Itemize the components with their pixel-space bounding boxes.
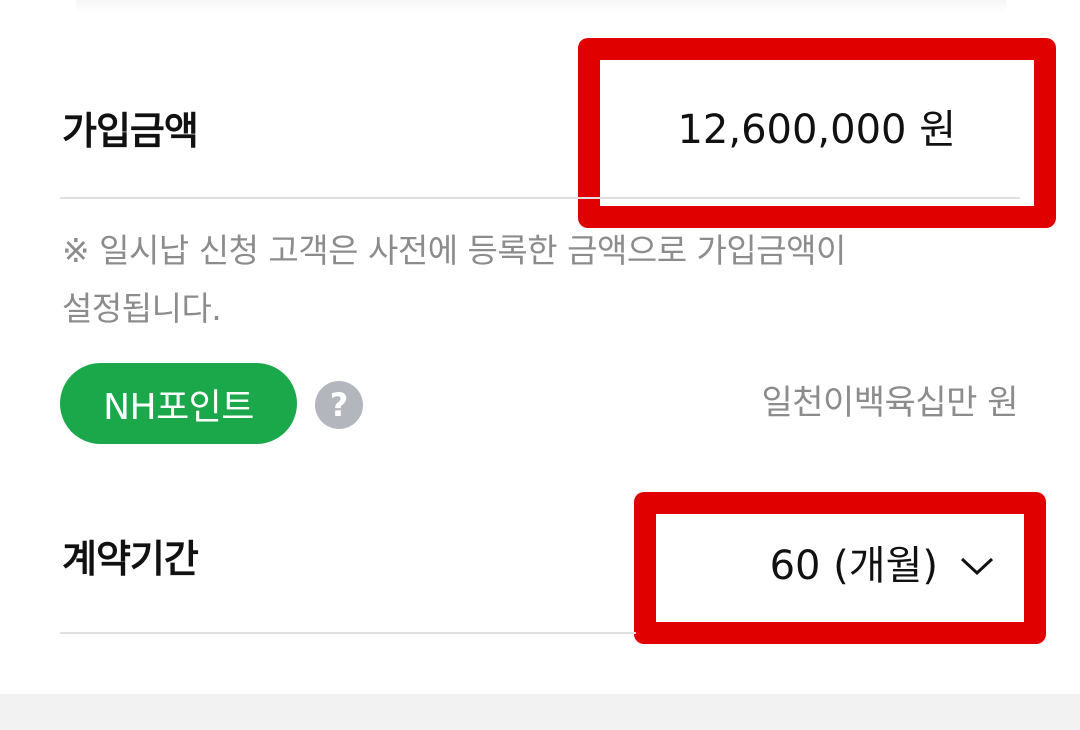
period-value: 60 (개월): [769, 543, 938, 589]
amount-value[interactable]: 12,600,000 원: [677, 110, 956, 150]
period-select[interactable]: 60 (개월): [770, 546, 994, 586]
amount-label: 가입금액: [62, 109, 199, 153]
amount-divider: [60, 197, 1020, 199]
lump-sum-notice: ※ 일시납 신청 고객은 사전에 등록한 금액으로 가입금액이 설정됩니다.: [62, 231, 846, 328]
chevron-down-icon: [960, 557, 994, 576]
help-icon[interactable]: ?: [315, 381, 363, 429]
nh-point-button[interactable]: NH포인트: [60, 363, 297, 444]
amount-in-korean: 일천이백육십만 원: [761, 383, 1018, 423]
previous-section-edge: [76, 0, 1006, 14]
section-separator: [0, 694, 1080, 730]
period-divider: [60, 632, 636, 634]
period-label: 계약기간: [62, 537, 199, 581]
